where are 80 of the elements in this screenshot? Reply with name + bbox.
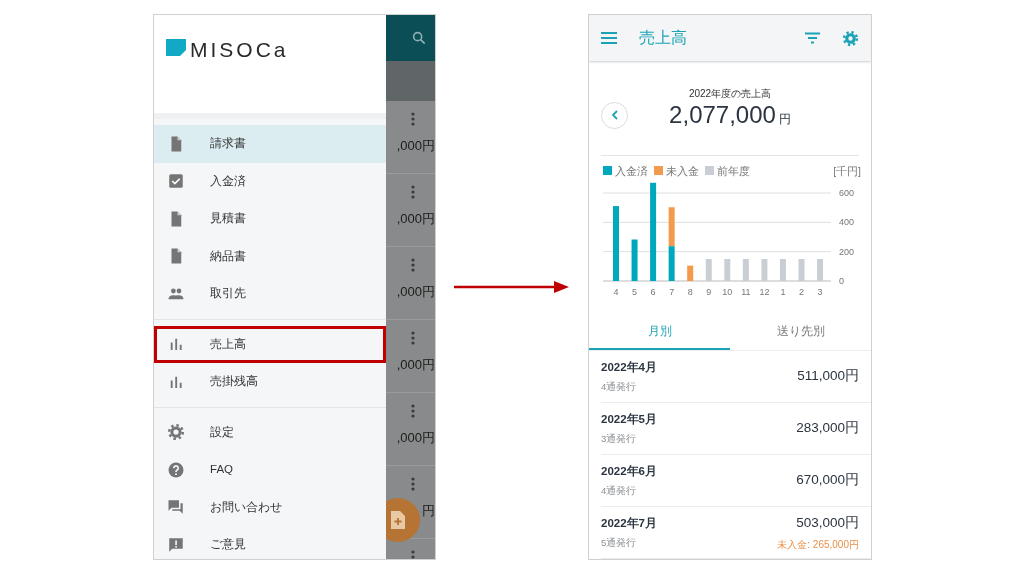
menu-item[interactable]: 売掛残高 [154, 363, 386, 401]
menu-item[interactable]: 納品書 [154, 237, 386, 275]
month-label: 2022年5月 [601, 412, 657, 428]
unit-label: 円 [778, 112, 791, 127]
page-title: 売上高 [639, 28, 688, 48]
add-button[interactable] [386, 498, 420, 542]
count-label: 4通発行 [601, 483, 638, 498]
more-icon[interactable] [411, 477, 415, 491]
count-label: 4通発行 [601, 379, 638, 394]
list-item[interactable]: 2022年5月 3通発行 283,000円 [601, 403, 871, 455]
axis-label: 10 [722, 287, 733, 297]
document-add-icon [390, 511, 406, 529]
amount-text: 283,000円 [796, 419, 859, 438]
axis-label: 0 [839, 276, 844, 286]
axis-label: 11 [741, 287, 751, 297]
menu-item[interactable]: 見積書 [154, 200, 386, 238]
unit-label: [千円] [833, 165, 861, 177]
legend-label: 前年度 [717, 165, 750, 177]
axis-label: 4 [613, 287, 619, 297]
count-label: 5通発行 [601, 535, 638, 550]
settings-icon [167, 423, 185, 442]
more-icon[interactable] [411, 258, 415, 272]
chevron-left-icon [610, 110, 619, 120]
list-item[interactable]: 2022年7月 5通発行 503,000円 未入金: 265,000円 [601, 507, 871, 559]
amount-text: 503,000円 [795, 513, 859, 532]
amount-text: 円 [422, 502, 435, 520]
month-label: 2022年7月 [601, 516, 657, 532]
axis-label: 7 [669, 287, 675, 297]
search-icon[interactable] [411, 30, 427, 46]
axis-label: 2 [799, 287, 804, 297]
amount-text: ,000円 [396, 356, 435, 374]
axis-label: 600 [839, 188, 855, 199]
amount-text: ,000円 [396, 210, 435, 228]
axis-label: 6 [650, 287, 656, 297]
menu-item[interactable]: 取引先 [154, 275, 386, 313]
more-icon[interactable] [411, 331, 415, 345]
month-label: 2022年6月 [601, 464, 657, 480]
list-item[interactable]: 2022年6月 4通発行 670,000円 [601, 455, 871, 507]
amount-text: ,000円 [396, 137, 435, 155]
legend-label: 入金済 [615, 165, 648, 177]
list-item[interactable]: 2022年4月 4通発行 511,000円 [601, 351, 871, 403]
axis-label: 400 [839, 217, 855, 228]
axis-label: 3 [817, 287, 823, 297]
menu-item[interactable]: 設定 [154, 413, 386, 451]
settings-icon[interactable] [842, 29, 859, 47]
help-icon [167, 460, 185, 479]
axis-label: 9 [706, 287, 712, 297]
axis-label: 1 [780, 287, 786, 297]
menu-icon[interactable] [601, 31, 617, 45]
axis-label: 12 [759, 287, 770, 297]
axis-label: 8 [687, 287, 693, 297]
menu-item[interactable]: お問い合わせ [154, 488, 386, 526]
unpaid-text: 未入金: 265,000円 [777, 538, 859, 553]
menu-item[interactable]: 売上高 [154, 325, 386, 363]
menu-item[interactable]: FAQ [154, 451, 386, 489]
month-label: 2022年4月 [601, 360, 657, 376]
total-amount: 2,077,000 [669, 101, 776, 129]
amount-text: 670,000円 [796, 471, 859, 490]
checkbox-icon [167, 172, 185, 191]
back-button[interactable] [601, 101, 628, 129]
axis-label: 5 [632, 287, 638, 297]
count-label: 3通発行 [601, 431, 638, 446]
amount-text: ,000円 [396, 429, 435, 447]
menu-item[interactable]: ご意見 [154, 526, 386, 559]
amount-text: 511,000円 [797, 367, 859, 386]
more-icon[interactable] [411, 112, 415, 126]
axis-label: 200 [839, 246, 855, 257]
more-icon[interactable] [411, 404, 415, 418]
menu-item[interactable]: 入金済 [154, 162, 386, 200]
amount-text: ,000円 [396, 283, 435, 301]
legend-label: 未入金 [666, 165, 699, 177]
filter-icon[interactable] [805, 32, 820, 44]
more-icon[interactable] [411, 185, 415, 199]
feedback-icon [167, 535, 185, 554]
caption: 2022年度の売上高 [687, 87, 773, 102]
tab[interactable]: 送り先別 [730, 313, 871, 350]
menu-item[interactable]: 請求書 [154, 125, 386, 163]
logo-icon [166, 39, 186, 56]
logo-text: MISOCa [190, 39, 289, 60]
sub-header [386, 61, 435, 101]
